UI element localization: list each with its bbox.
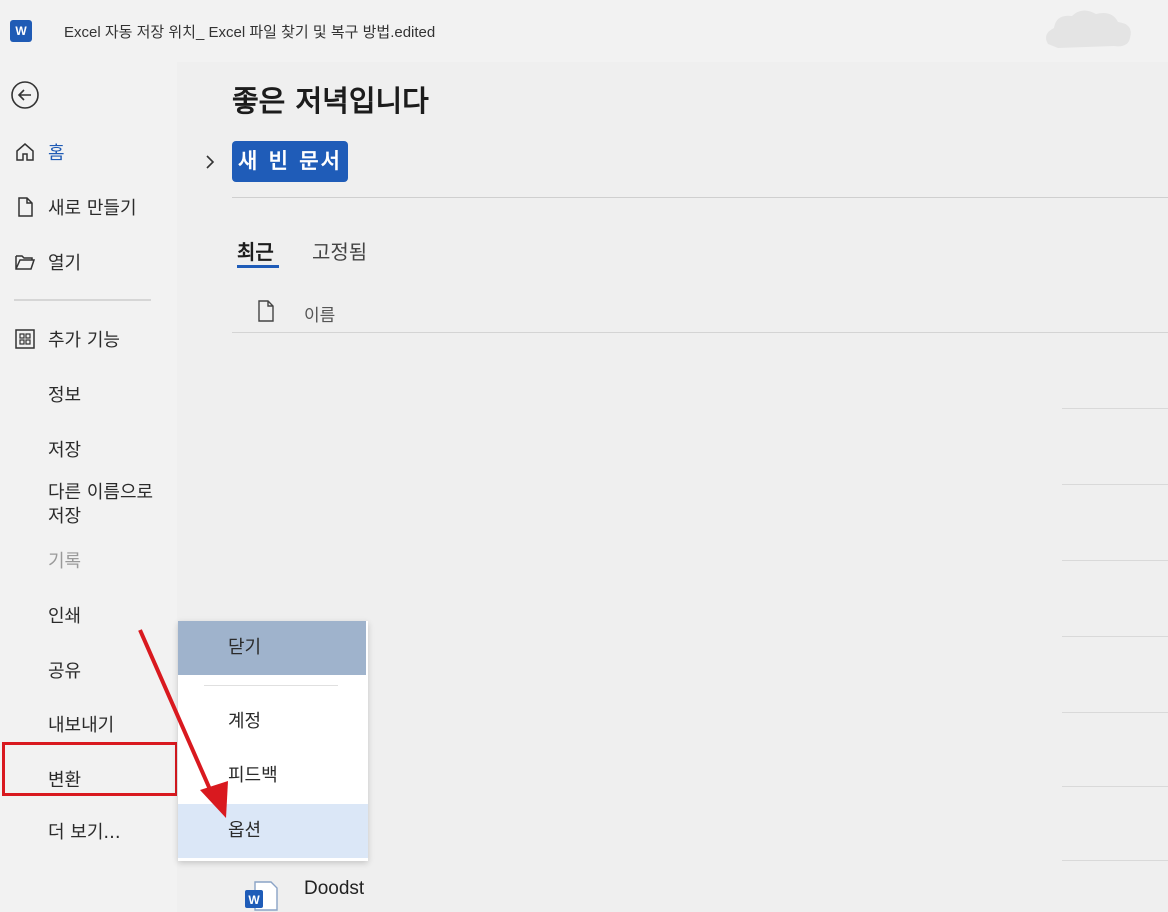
menu-item-options[interactable]: 옵션 [178,804,368,858]
nav-label: 인쇄 [48,606,82,627]
tab-pinned[interactable]: 고정됨 [312,236,367,265]
list-header-divider [232,332,1168,333]
nav-item-save[interactable]: 저장 [0,427,177,471]
cloud-decoration-icon [1046,10,1131,49]
nav-label: 공유 [48,661,82,682]
nav-item-new[interactable]: 새로 만들기 [0,185,177,229]
nav-label: 저장 [48,440,82,461]
nav-label: 새로 만들기 [48,198,137,219]
new-document-icon [18,197,33,217]
row-divider [1062,636,1168,637]
svg-text:W: W [248,893,260,907]
nav-label: 정보 [48,385,82,406]
open-folder-icon [15,255,36,270]
nav-item-save-as[interactable]: 다른 이름으로 저장 [0,475,177,535]
menu-item-account[interactable]: 계정 [178,695,368,749]
menu-divider [204,685,338,686]
nav-label: 기록 [48,551,82,572]
page-title: 좋은 저녁입니다 [232,84,429,118]
nav-item-open[interactable]: 열기 [0,240,177,284]
more-menu-popup: 닫기 계정 피드백 옵션 [178,621,368,861]
nav-item-more[interactable]: 더 보기... [0,809,177,853]
column-header-name[interactable]: 이름 [304,301,335,326]
nav-divider [14,299,151,301]
row-divider [1062,786,1168,787]
word-document-icon: W [245,881,278,911]
row-divider [1062,408,1168,409]
tab-recent[interactable]: 최근 [237,236,274,265]
home-icon [16,143,34,161]
new-blank-document-button[interactable]: 새 빈 문서 [232,141,348,182]
nav-item-info[interactable]: 정보 [0,372,177,416]
nav-item-history: 기록 [0,538,177,582]
nav-item-add-ins[interactable]: 추가 기능 [0,317,177,361]
nav-item-share[interactable]: 공유 [0,648,177,692]
list-item[interactable]: W Doodst [243,874,543,912]
nav-label: 내보내기 [48,715,115,736]
row-divider [1062,560,1168,561]
word-app-icon: W [10,20,32,42]
row-divider [1062,712,1168,713]
menu-item-close[interactable]: 닫기 [178,621,366,675]
tab-selected-indicator [237,265,279,268]
add-ins-grid-icon [15,329,35,349]
nav-item-home[interactable]: 홈 [0,130,177,174]
nav-item-print[interactable]: 인쇄 [0,593,177,637]
document-icon [258,300,274,322]
menu-item-feedback[interactable]: 피드백 [178,749,368,803]
nav-label-line-1: 다른 이름으로 [48,482,154,503]
window-title: Excel 자동 저장 위치_ Excel 파일 찾기 및 복구 방법.edit… [64,24,436,41]
row-divider [1062,860,1168,861]
nav-label: 더 보기... [48,822,121,843]
row-divider [1062,484,1168,485]
file-name: Doodst [304,878,365,899]
divider [232,197,1168,198]
nav-item-export[interactable]: 내보내기 [0,702,177,746]
chevron-right-icon[interactable] [203,152,217,172]
title-bar: W Excel 자동 저장 위치_ Excel 파일 찾기 및 복구 방법.ed… [0,0,1168,62]
nav-label: 열기 [48,253,82,274]
nav-label-line-2: 저장 [48,506,82,527]
nav-label: 추가 기능 [48,330,120,351]
back-arrow-icon[interactable] [10,80,40,110]
more-button-highlight-box [2,742,178,796]
nav-label: 홈 [48,143,65,164]
